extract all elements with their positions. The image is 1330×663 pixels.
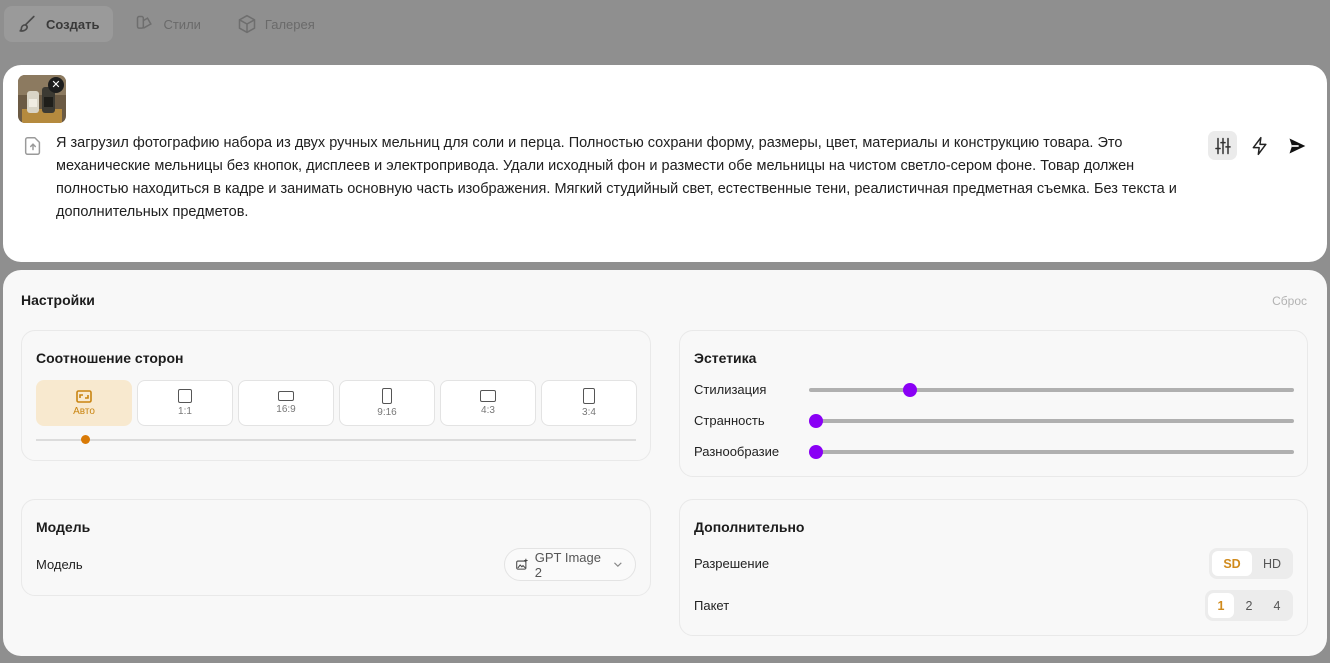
aspect-option-label: 1:1: [178, 406, 192, 417]
weirdness-label: Странность: [694, 413, 765, 428]
palette-icon: [137, 15, 153, 29]
aspect-option-label: 4:3: [481, 405, 495, 416]
aspect-option-auto[interactable]: Авто: [36, 380, 132, 426]
nav-create[interactable]: Создать: [4, 6, 114, 42]
batch-label: Пакет: [694, 598, 730, 613]
reset-button[interactable]: Сброс: [1272, 294, 1307, 308]
nav-gallery[interactable]: Галерея: [223, 6, 329, 42]
resolution-sd-option[interactable]: SD: [1212, 551, 1252, 576]
batch-option-2[interactable]: 2: [1236, 593, 1262, 618]
cube-icon: [238, 14, 256, 34]
send-icon: [1289, 138, 1305, 153]
portrait-ratio-icon: [583, 388, 595, 404]
aspect-ratio-section: Соотношение сторон Авто 1:1 16:9 9:16 4:…: [21, 330, 651, 461]
aspect-option-label: 9:16: [377, 407, 397, 418]
sliders-icon: [1214, 137, 1231, 154]
batch-option-1[interactable]: 1: [1208, 593, 1234, 618]
weirdness-slider-row: Странность: [694, 411, 1294, 431]
variety-slider[interactable]: [809, 445, 1294, 459]
landscape-ratio-icon: [480, 390, 496, 402]
variety-slider-row: Разнообразие: [694, 442, 1294, 462]
model-select-value: GPT Image 2: [534, 549, 601, 580]
portrait-ratio-icon: [382, 388, 392, 404]
aspect-option-label: 3:4: [582, 407, 596, 418]
model-title: Модель: [36, 519, 91, 535]
aspect-option-4-3[interactable]: 4:3: [440, 380, 536, 426]
variety-label: Разнообразие: [694, 444, 780, 459]
batch-option-4[interactable]: 4: [1264, 593, 1290, 618]
resolution-toggle: SD HD: [1209, 548, 1293, 579]
auto-ratio-icon: [76, 389, 92, 403]
remove-image-button[interactable]: ✕: [48, 77, 64, 93]
resolution-label: Разрешение: [694, 556, 770, 571]
brush-icon: [19, 15, 35, 32]
aspect-ratio-title: Соотношение сторон: [36, 350, 184, 366]
aesthetics-title: Эстетика: [694, 350, 757, 366]
aspect-ratio-slider[interactable]: [36, 435, 636, 444]
aspect-option-label: 16:9: [276, 404, 296, 415]
image-upload-icon[interactable]: [22, 135, 44, 157]
settings-title: Настройки: [21, 292, 95, 308]
batch-toggle: 1 2 4: [1205, 590, 1293, 621]
chevron-down-icon: [614, 562, 622, 568]
resolution-hd-option[interactable]: HD: [1254, 551, 1290, 576]
stylization-slider[interactable]: [809, 383, 1294, 397]
extra-title: Дополнительно: [694, 519, 805, 535]
aesthetics-section: Эстетика Стилизация Странность Разнообра…: [679, 330, 1308, 477]
stylization-label: Стилизация: [694, 382, 767, 397]
aspect-option-16-9[interactable]: 16:9: [238, 380, 334, 426]
stylization-slider-row: Стилизация: [694, 380, 1294, 400]
nav-create-label: Создать: [46, 16, 100, 32]
nav-gallery-label: Галерея: [264, 16, 315, 32]
image-ai-icon: [516, 558, 528, 570]
aspect-option-1-1[interactable]: 1:1: [137, 380, 233, 426]
landscape-ratio-icon: [278, 391, 294, 401]
model-section: Модель Модель GPT Image 2: [21, 499, 651, 596]
prompt-actions: [1208, 131, 1311, 160]
nav-styles[interactable]: Стили: [121, 6, 214, 42]
aspect-option-3-4[interactable]: 3:4: [541, 380, 637, 426]
weirdness-slider-thumb[interactable]: [809, 414, 823, 428]
lightning-icon: [1252, 136, 1267, 155]
variety-slider-thumb[interactable]: [809, 445, 823, 459]
weirdness-slider[interactable]: [809, 414, 1294, 428]
model-select[interactable]: GPT Image 2: [504, 548, 636, 581]
model-label: Модель: [36, 557, 83, 572]
top-nav: Создать Стили Галерея: [0, 0, 1330, 48]
aspect-option-9-16[interactable]: 9:16: [339, 380, 435, 426]
enhance-button[interactable]: [1245, 131, 1274, 160]
prompt-textarea[interactable]: Я загрузил фотографию набора из двух руч…: [56, 132, 1206, 224]
aspect-option-label: Авто: [73, 405, 95, 417]
extra-section: Дополнительно Разрешение SD HD Пакет 1 2…: [679, 499, 1308, 636]
nav-styles-label: Стили: [163, 16, 201, 32]
stylization-slider-thumb[interactable]: [903, 383, 918, 397]
settings-toggle-button[interactable]: [1208, 131, 1237, 160]
send-button[interactable]: [1282, 131, 1311, 160]
aspect-ratio-slider-thumb[interactable]: [81, 435, 90, 444]
square-ratio-icon: [178, 389, 192, 403]
aspect-ratio-options: Авто 1:1 16:9 9:16 4:3 3:4: [36, 380, 637, 426]
settings-panel: Настройки Сброс Соотношение сторон Авто …: [3, 270, 1327, 656]
prompt-card: ✕ Я загрузил фотографию набора из двух р…: [3, 65, 1327, 262]
attached-image-thumbnail[interactable]: ✕: [18, 75, 66, 123]
